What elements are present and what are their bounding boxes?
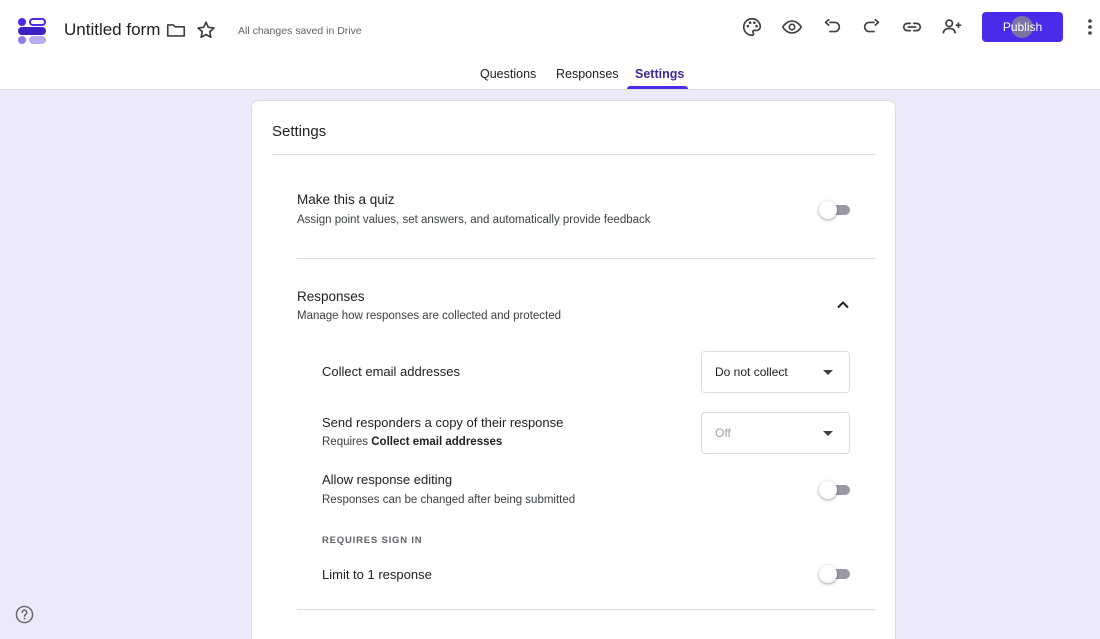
quiz-divider [297,258,876,259]
more-vert-icon[interactable] [1082,16,1098,38]
allow-editing-label: Allow response editing [322,472,453,487]
help-icon[interactable] [15,605,34,624]
quiz-toggle[interactable] [819,201,851,219]
dropdown-arrow-icon [823,431,833,436]
collect-email-label: Collect email addresses [322,364,461,379]
chevron-up-icon[interactable] [835,297,851,313]
tab-responses[interactable]: Responses [556,66,619,82]
responses-section-description: Manage how responses are collected and p… [297,310,562,322]
send-copy-select[interactable]: Off [701,412,850,454]
eye-icon[interactable] [780,15,804,39]
title-divider [272,154,876,155]
collect-email-value: Do not collect [715,365,788,379]
forms-logo-icon[interactable] [16,15,48,47]
app-header: Untitled form All changes saved in Drive [0,0,1100,90]
send-copy-value: Off [715,426,731,440]
responses-section-label: Responses [297,289,365,304]
publish-label: Publish [1002,20,1043,34]
star-icon[interactable] [195,19,217,41]
send-copy-label: Send responders a copy of their response [322,415,564,430]
tab-bar: Questions Responses Settings [0,60,1100,90]
person-add-icon[interactable] [940,15,964,39]
allow-editing-toggle[interactable] [819,481,851,499]
allow-editing-description: Responses can be changed after being sub… [322,494,576,506]
requires-prefix: Requires [322,436,369,448]
tab-questions[interactable]: Questions [480,66,536,82]
publish-button[interactable]: Publish [982,12,1063,42]
link-icon[interactable] [900,15,924,39]
active-tab-indicator [627,86,688,89]
dropdown-arrow-icon [823,370,833,375]
undo-icon[interactable] [820,15,844,39]
toggle-thumb [819,565,837,583]
quiz-label: Make this a quiz [297,192,395,207]
limit-one-label: Limit to 1 response [322,567,432,582]
requires-setting-name: Collect email addresses [371,436,503,448]
redo-icon[interactable] [860,15,884,39]
toggle-thumb [819,481,837,499]
limit-one-toggle[interactable] [819,565,851,583]
palette-icon[interactable] [740,15,764,39]
save-status: All changes saved in Drive [238,25,362,37]
quiz-description: Assign point values, set answers, and au… [297,214,651,226]
tab-settings[interactable]: Settings [635,66,684,82]
responses-divider [297,609,876,610]
collect-email-select[interactable]: Do not collect [701,351,850,393]
requires-sign-in-caption: REQUIRES SIGN IN [322,535,423,546]
send-copy-requirement: Requires Collect email addresses [322,435,502,450]
folder-icon[interactable] [165,19,187,41]
form-title[interactable]: Untitled form [64,19,160,41]
settings-title: Settings [272,123,327,140]
toggle-thumb [819,201,837,219]
settings-card: Settings Make this a quiz Assign point v… [251,100,896,639]
